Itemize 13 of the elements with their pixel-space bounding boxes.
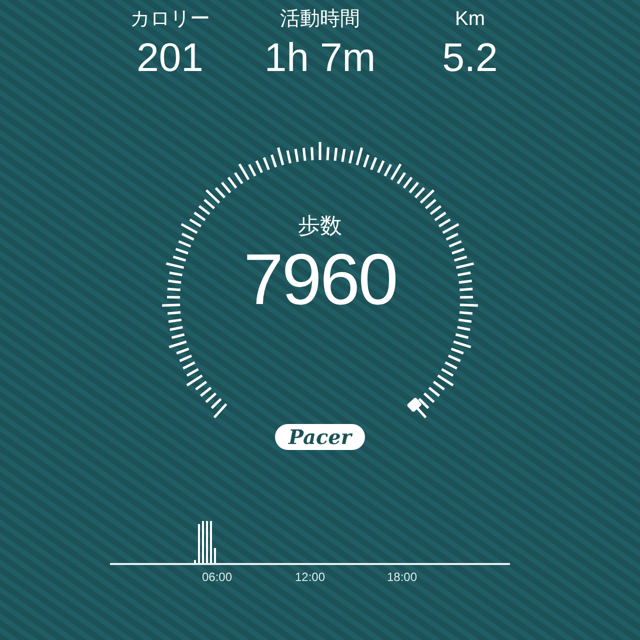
stat-value: 5.2 — [442, 35, 498, 82]
stat-label: 活動時間 — [280, 7, 360, 32]
stat-label: Km — [455, 7, 485, 32]
stat-value: 1h 7m — [264, 35, 376, 82]
stat-label: カロリー — [130, 7, 210, 32]
stat-value: 201 — [136, 35, 204, 82]
progress-marker-icon — [406, 397, 426, 418]
logo-badge: Pacer — [274, 424, 366, 450]
time-axis-label: 12:00 — [294, 570, 326, 584]
gauge-label: 歩数 — [298, 212, 342, 240]
time-axis-label: 18:00 — [386, 570, 418, 584]
time-axis-label: 06:00 — [202, 570, 232, 584]
step-count: 7960 — [244, 240, 396, 320]
